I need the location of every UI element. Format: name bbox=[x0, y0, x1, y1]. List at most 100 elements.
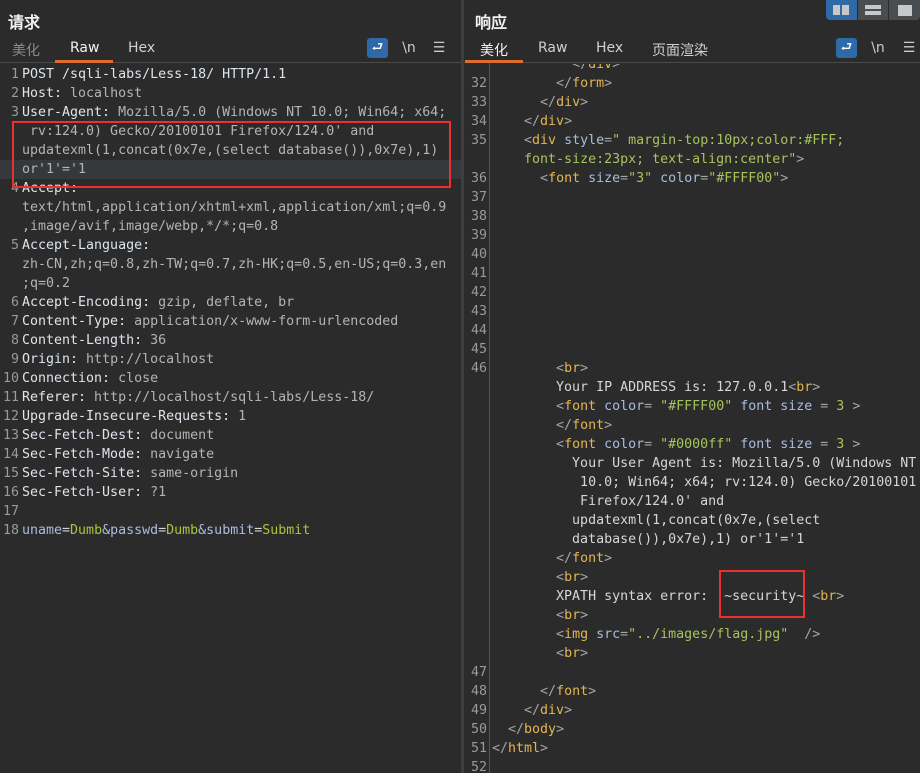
token: Submit bbox=[262, 523, 311, 538]
code-line: 18 uname=Dumb&passwd=Dumb&submit=Submit bbox=[0, 521, 461, 540]
menu-icon[interactable]: ☰ bbox=[430, 38, 448, 58]
token: div bbox=[556, 95, 581, 110]
tab-render[interactable]: 页面渲染 bbox=[652, 40, 708, 60]
code-line: ,image/avif,image/webp,*/*;q=0.8 bbox=[0, 217, 461, 236]
line-text: Referer: http://localhost/sqli-labs/Less… bbox=[22, 388, 374, 407]
code-line: 10.0; Win64; x64; rv:124.0) Gecko/201001… bbox=[464, 473, 920, 492]
token: > bbox=[604, 551, 613, 566]
line-number: 44 bbox=[470, 323, 487, 338]
line-text: </div> bbox=[492, 64, 620, 74]
tab-hex[interactable]: Hex bbox=[128, 40, 155, 56]
token: > bbox=[604, 418, 613, 433]
token: uname bbox=[22, 523, 63, 538]
code-line: 16 Sec-Fetch-User: ?1 bbox=[0, 483, 461, 502]
code-line: <br> bbox=[464, 644, 920, 663]
code-line: text/html,application/xhtml+xml,applicat… bbox=[0, 198, 461, 217]
token: Content-Length: bbox=[22, 333, 143, 348]
layout-top-bottom-button[interactable] bbox=[857, 0, 889, 20]
wrap-lines-icon[interactable]: ⮐ bbox=[836, 38, 857, 58]
code-line: 41 bbox=[464, 264, 920, 283]
line-text: POST /sqli-labs/Less-18/ HTTP/1.1 bbox=[22, 65, 286, 84]
request-editor[interactable]: 1 POST /sqli-labs/Less-18/ HTTP/1.1 2 Host:… bbox=[0, 65, 461, 540]
token: < bbox=[540, 171, 549, 186]
token: </ bbox=[524, 114, 541, 129]
layout-single-button[interactable] bbox=[889, 0, 920, 20]
token: Your IP ADDRESS is: 127.0.0.1 bbox=[492, 380, 789, 395]
token: > bbox=[540, 741, 549, 756]
tab-raw[interactable]: Raw bbox=[70, 40, 99, 56]
code-line: 32 </form> bbox=[464, 74, 920, 93]
token: font bbox=[548, 171, 581, 186]
menu-icon[interactable]: ☰ bbox=[900, 38, 918, 58]
line-text: Upgrade-Insecure-Requests: 1 bbox=[22, 407, 246, 426]
tab-raw[interactable]: Raw bbox=[538, 40, 567, 56]
token: Dumb bbox=[70, 523, 103, 538]
token: &passwd bbox=[102, 523, 159, 538]
token: body bbox=[524, 722, 557, 737]
code-line: 1 POST /sqli-labs/Less-18/ HTTP/1.1 bbox=[0, 65, 461, 84]
code-line: 36 <font size="3" color="#FFFF00"> bbox=[464, 169, 920, 188]
line-number: 37 bbox=[470, 190, 487, 205]
token: Dumb bbox=[166, 523, 199, 538]
line-text: Firefox/124.0' and bbox=[492, 492, 724, 511]
line-text: <br> bbox=[492, 359, 588, 378]
token: img bbox=[564, 627, 589, 642]
code-line: <font color= "#0000ff" font size = 3 > bbox=[464, 435, 920, 454]
code-line: updatexml(1,concat(0x7e,(select database… bbox=[0, 141, 461, 160]
token: > bbox=[556, 722, 565, 737]
tab-hex[interactable]: Hex bbox=[596, 40, 623, 56]
line-number: 51 bbox=[470, 741, 487, 756]
line-number: 2 bbox=[10, 86, 19, 101]
line-number: 13 bbox=[2, 428, 19, 443]
code-line: 3 User-Agent: Mozilla/5.0 (Windows NT 10.… bbox=[0, 103, 461, 122]
token: = bbox=[644, 399, 661, 414]
token: > bbox=[612, 64, 621, 72]
line-number: 12 bbox=[2, 409, 19, 424]
code-line: 14 Sec-Fetch-Mode: navigate bbox=[0, 445, 461, 464]
code-line: </font> bbox=[464, 549, 920, 568]
newline-toggle-icon[interactable]: \n bbox=[400, 38, 418, 58]
line-text: </font> bbox=[492, 549, 612, 568]
token: Upgrade-Insecure-Requests: bbox=[22, 409, 231, 424]
token: </ bbox=[556, 418, 573, 433]
code-line: 44 bbox=[464, 321, 920, 340]
token: close bbox=[110, 371, 159, 386]
token: ?1 bbox=[142, 485, 167, 500]
line-number: 48 bbox=[470, 684, 487, 699]
token: Origin: bbox=[22, 352, 79, 367]
line-text: </div> bbox=[492, 112, 572, 131]
code-line: or'1'='1 bbox=[0, 160, 461, 179]
token: Accept-Language: bbox=[22, 238, 151, 253]
token: database()),0x7e),1) or'1'='1 bbox=[492, 532, 805, 547]
line-text: </form> bbox=[492, 74, 612, 93]
token: = bbox=[620, 171, 629, 186]
response-editor[interactable]: </div> 32 </form> 33 </div> 34 </div> 35 <di… bbox=[464, 64, 920, 773]
token: font size bbox=[732, 399, 821, 414]
token: < bbox=[556, 437, 565, 452]
token: </ bbox=[540, 95, 557, 110]
line-text: </font> bbox=[492, 682, 596, 701]
token: size bbox=[580, 171, 621, 186]
line-text: Origin: http://localhost bbox=[22, 350, 214, 369]
newline-toggle-icon[interactable]: \n bbox=[869, 38, 887, 58]
line-number: 35 bbox=[470, 133, 487, 148]
token: POST /sqli-labs/Less-18/ HTTP/1.1 bbox=[22, 67, 287, 82]
token: > bbox=[580, 646, 589, 661]
code-line: 37 bbox=[464, 188, 920, 207]
line-text: Connection: close bbox=[22, 369, 158, 388]
code-line: 6 Accept-Encoding: gzip, deflate, br bbox=[0, 293, 461, 312]
wrap-lines-icon[interactable]: ⮐ bbox=[367, 38, 388, 58]
code-line: 4 Accept: bbox=[0, 179, 461, 198]
tab-pretty[interactable]: 美化 bbox=[12, 40, 40, 60]
token: < bbox=[556, 399, 565, 414]
tab-pretty[interactable]: 美化 bbox=[480, 40, 508, 60]
line-text: <font color= "#0000ff" font size = 3 > bbox=[492, 435, 860, 454]
token: zh-CN,zh;q=0.8,zh-TW;q=0.7,zh-HK;q=0.5,e… bbox=[22, 257, 447, 272]
layout-side-by-side-button[interactable] bbox=[826, 0, 857, 20]
token: form bbox=[572, 76, 605, 91]
token: color bbox=[596, 437, 645, 452]
token: = bbox=[158, 523, 167, 538]
